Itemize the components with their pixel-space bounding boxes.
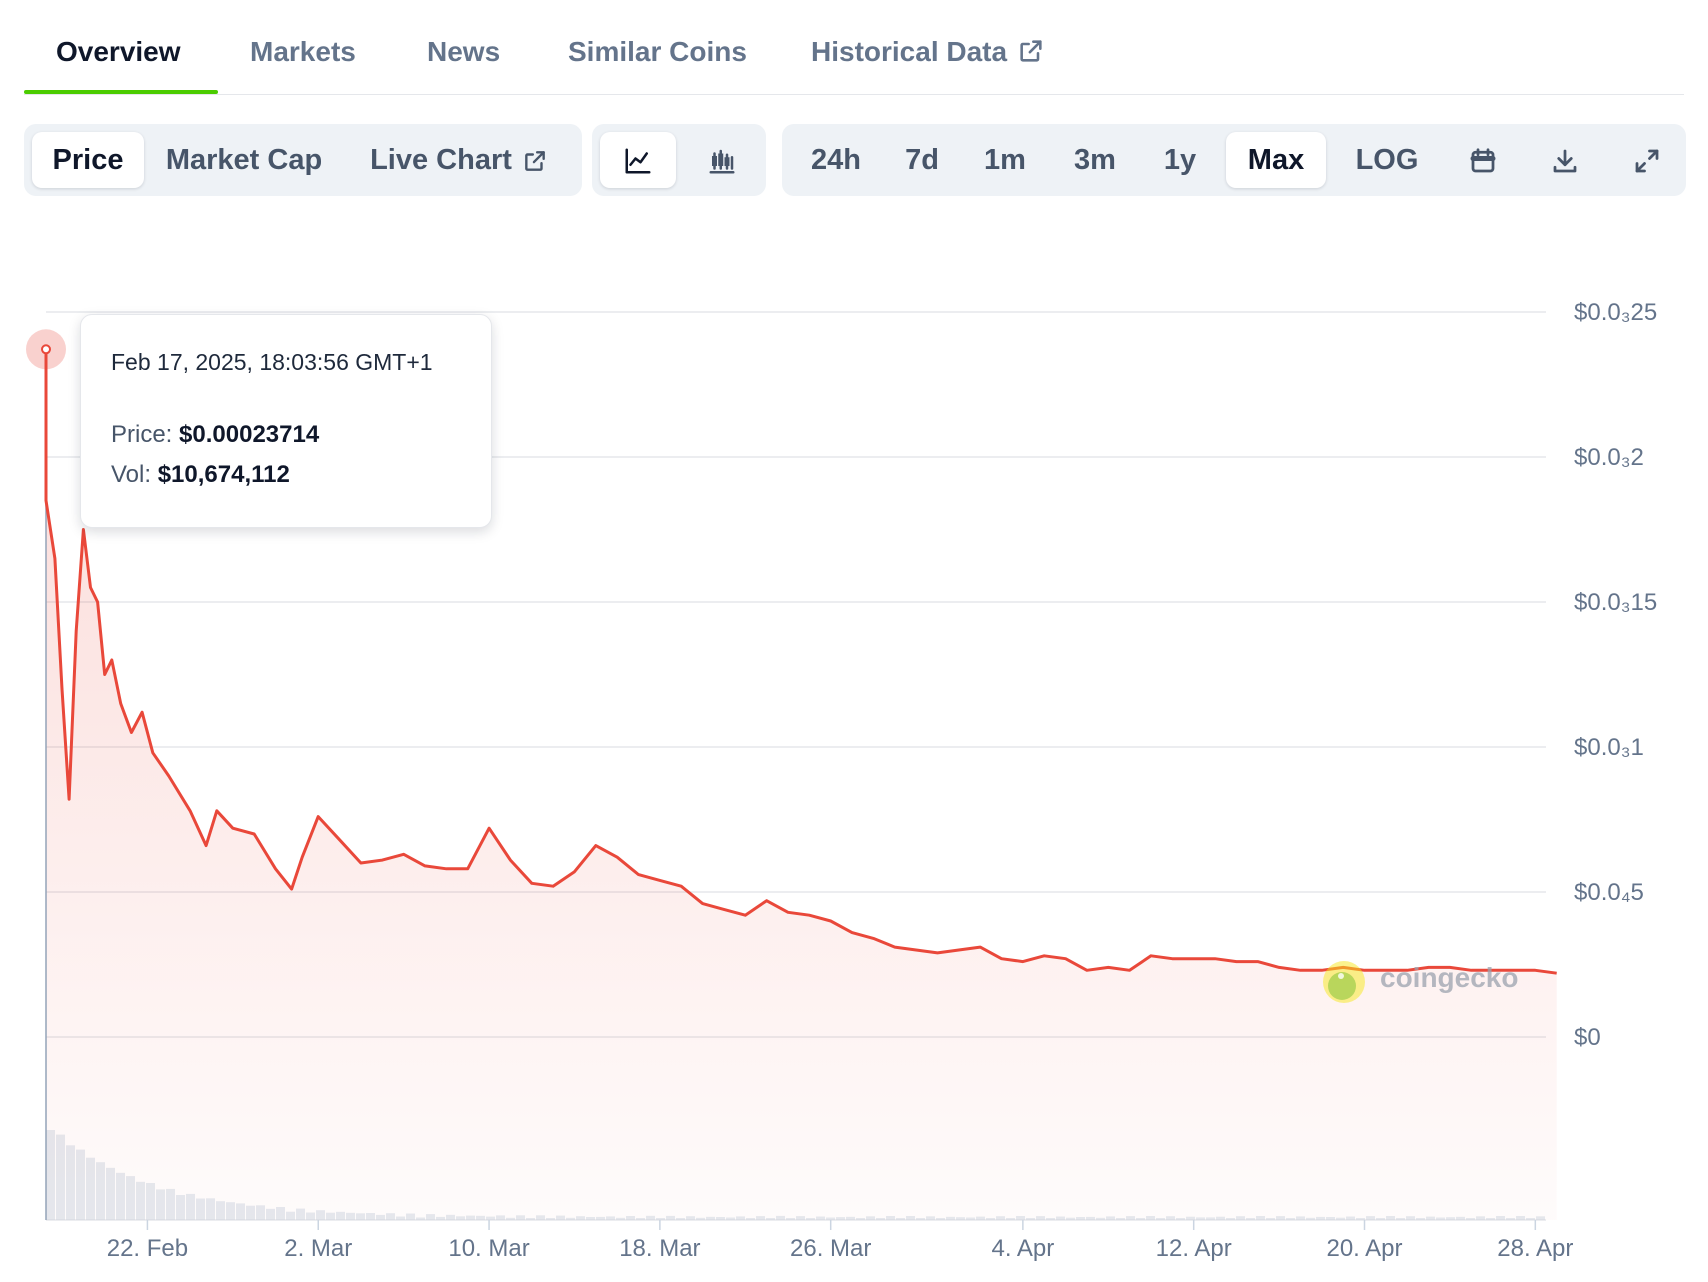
line-chart-button[interactable] bbox=[600, 132, 676, 188]
x-tick-label: 28. Apr bbox=[1497, 1235, 1573, 1262]
y-tick-label: $0.0₃1 bbox=[1574, 734, 1644, 761]
y-axis: $0.0₃25 $0.0₃2 $0.0₃15 $0.0₃1 $0.0₄5 $0 bbox=[1574, 299, 1657, 1051]
x-tick-label: 26. Mar bbox=[790, 1235, 871, 1262]
range-7d-button[interactable]: 7d bbox=[888, 132, 956, 188]
price-button[interactable]: Price bbox=[32, 132, 144, 188]
tooltip-date: Feb 17, 2025, 18:03:56 GMT+1 bbox=[111, 349, 433, 375]
line-chart-icon bbox=[625, 148, 651, 174]
external-link-icon bbox=[525, 151, 545, 172]
x-tick-label: 20. Apr bbox=[1326, 1235, 1402, 1262]
tab-similar-coins[interactable]: Similar Coins bbox=[568, 36, 747, 68]
chart-style-group bbox=[592, 124, 766, 196]
log-scale-button[interactable]: LOG bbox=[1338, 132, 1436, 188]
download-icon bbox=[1553, 149, 1577, 173]
download-button[interactable] bbox=[1530, 132, 1600, 188]
chart-kind-group: Price Market Cap Live Chart bbox=[24, 124, 582, 196]
range-1m-button[interactable]: 1m bbox=[966, 132, 1044, 188]
fullscreen-button[interactable] bbox=[1612, 132, 1682, 188]
top-tab-bar: Overview Markets News Similar Coins Hist… bbox=[24, 20, 1684, 95]
tooltip-volume-value: $10,674,112 bbox=[157, 461, 290, 488]
tooltip-price-label: Price: bbox=[111, 421, 173, 448]
range-group: 24h 7d 1m 3m 1y Max LOG bbox=[782, 124, 1686, 196]
hover-marker bbox=[41, 344, 51, 355]
coingecko-logo-icon bbox=[1323, 961, 1365, 1003]
external-link-icon bbox=[1020, 40, 1042, 62]
watermark-text: coingecko bbox=[1380, 962, 1519, 993]
tooltip-volume-label: Vol: bbox=[111, 461, 152, 488]
range-3m-button[interactable]: 3m bbox=[1054, 132, 1136, 188]
tab-news[interactable]: News bbox=[427, 36, 500, 68]
range-max-button[interactable]: Max bbox=[1226, 132, 1326, 188]
y-tick-label: $0.0₃25 bbox=[1574, 299, 1657, 326]
price-tooltip: Feb 17, 2025, 18:03:56 GMT+1 Price: $0.0… bbox=[80, 314, 492, 528]
fullscreen-icon bbox=[1635, 149, 1659, 173]
tab-overview[interactable]: Overview bbox=[56, 36, 181, 68]
candlestick-button[interactable] bbox=[684, 132, 760, 188]
x-tick-label: 4. Apr bbox=[992, 1235, 1055, 1262]
date-picker-button[interactable] bbox=[1448, 132, 1518, 188]
y-tick-label: $0.0₄5 bbox=[1574, 879, 1644, 906]
tooltip-price-value: $0.00023714 bbox=[179, 421, 320, 448]
live-chart-button[interactable]: Live Chart bbox=[346, 132, 572, 188]
candlestick-icon bbox=[709, 150, 735, 174]
range-1y-button[interactable]: 1y bbox=[1146, 132, 1214, 188]
tooltip-price-row: Price: $0.00023714 bbox=[111, 421, 319, 449]
market-cap-button[interactable]: Market Cap bbox=[160, 132, 328, 188]
x-tick-label: 2. Mar bbox=[284, 1235, 352, 1262]
x-axis: 22. Feb 2. Mar 10. Mar 18. Mar 26. Mar 4. Apr… bbox=[107, 1220, 1573, 1262]
y-tick-label: $0.0₃2 bbox=[1574, 444, 1644, 471]
x-tick-label: 22. Feb bbox=[107, 1235, 188, 1262]
tab-historical-data-label: Historical Data bbox=[811, 36, 1008, 67]
tab-markets[interactable]: Markets bbox=[250, 36, 356, 68]
active-tab-indicator bbox=[24, 90, 218, 94]
y-tick-label: $0.0₃15 bbox=[1574, 589, 1657, 616]
y-tick-label: $0 bbox=[1574, 1024, 1601, 1051]
x-tick-label: 10. Mar bbox=[448, 1235, 529, 1262]
x-tick-label: 18. Mar bbox=[619, 1235, 700, 1262]
calendar-icon bbox=[1470, 148, 1496, 173]
live-chart-label: Live Chart bbox=[370, 144, 512, 176]
x-tick-label: 12. Apr bbox=[1156, 1235, 1232, 1262]
tab-historical-data[interactable]: Historical Data bbox=[811, 36, 1045, 68]
range-24h-button[interactable]: 24h bbox=[794, 132, 878, 188]
tooltip-volume-row: Vol: $10,674,112 bbox=[111, 461, 290, 489]
